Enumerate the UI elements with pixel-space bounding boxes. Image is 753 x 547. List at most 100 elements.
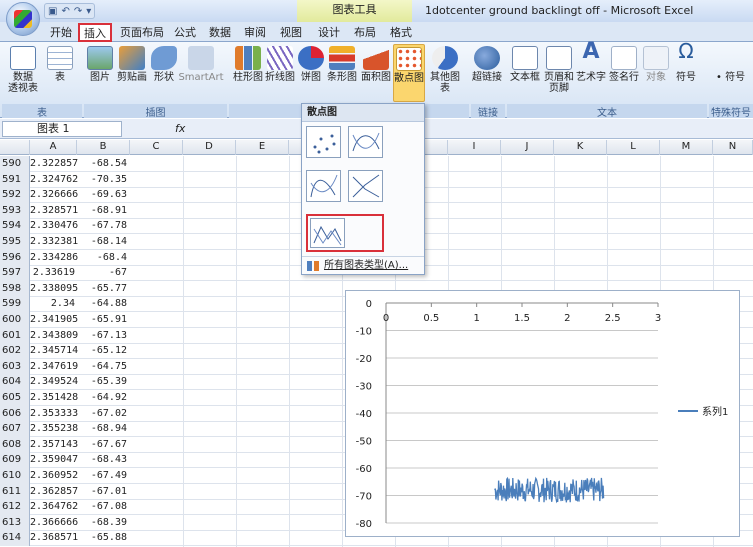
- cell-a[interactable]: 2.341905: [30, 312, 78, 328]
- scatter-smooth-lines-option[interactable]: [306, 170, 341, 202]
- hyperlink-button[interactable]: 超链接: [472, 46, 502, 83]
- row-header[interactable]: 598: [0, 280, 30, 297]
- row-header[interactable]: 609: [0, 452, 30, 469]
- row-header[interactable]: 591: [0, 171, 30, 188]
- row-header[interactable]: 606: [0, 405, 30, 422]
- textbox-button[interactable]: 文本框: [509, 46, 541, 83]
- bar-chart-button[interactable]: 条形图: [326, 46, 358, 83]
- cell-b[interactable]: -68.54: [77, 156, 130, 172]
- pie-chart-button[interactable]: 饼图: [298, 46, 324, 83]
- row-header[interactable]: 594: [0, 218, 30, 235]
- row-header[interactable]: 611: [0, 483, 30, 500]
- cell-b[interactable]: -65.91: [77, 312, 130, 328]
- tab-insert[interactable]: 插入: [78, 23, 112, 42]
- cell-a[interactable]: 2.324762: [30, 172, 78, 188]
- symbol-button[interactable]: Ω 符号: [672, 41, 700, 83]
- cell-a[interactable]: 2.355238: [30, 421, 78, 437]
- column-header-m[interactable]: M: [660, 140, 713, 155]
- cell-b[interactable]: -67.02: [77, 406, 130, 422]
- shapes-button[interactable]: 形状: [150, 46, 178, 83]
- column-header-i[interactable]: I: [448, 140, 501, 155]
- cell-b[interactable]: -67.67: [77, 437, 130, 453]
- cell-a[interactable]: 2.326666: [30, 187, 78, 203]
- select-all-corner[interactable]: [0, 140, 30, 155]
- row-header[interactable]: 592: [0, 187, 30, 204]
- row-header[interactable]: 603: [0, 358, 30, 375]
- cell-b[interactable]: -67: [77, 265, 130, 281]
- cell-b[interactable]: -65.88: [77, 530, 130, 546]
- cell-a[interactable]: 2.351428: [30, 390, 78, 406]
- scatter-chart-button[interactable]: 散点图: [393, 44, 425, 102]
- cell-b[interactable]: -64.75: [77, 359, 130, 375]
- scatter-smooth-markers-option[interactable]: [348, 126, 383, 158]
- cell-a[interactable]: 2.34: [30, 296, 77, 312]
- table-button[interactable]: 表: [45, 46, 75, 83]
- smartart-button[interactable]: SmartArt: [178, 46, 224, 83]
- column-header-n[interactable]: N: [713, 140, 753, 155]
- special-symbol-button[interactable]: • 符号: [716, 72, 752, 83]
- row-header[interactable]: 612: [0, 499, 30, 516]
- row-header[interactable]: 613: [0, 514, 30, 531]
- cell-b[interactable]: -64.88: [77, 296, 130, 312]
- wordart-button[interactable]: A 艺术字: [576, 41, 606, 84]
- tab-review[interactable]: 审阅: [240, 24, 270, 42]
- cell-b[interactable]: -64.92: [77, 390, 130, 406]
- column-header-j[interactable]: J: [501, 140, 554, 155]
- tab-layout[interactable]: 布局: [350, 24, 380, 42]
- tab-home[interactable]: 开始: [46, 24, 76, 42]
- tab-page-layout[interactable]: 页面布局: [116, 24, 168, 42]
- row-header[interactable]: 608: [0, 436, 30, 453]
- cell-b[interactable]: -67.78: [77, 218, 130, 234]
- tab-formulas[interactable]: 公式: [170, 24, 200, 42]
- cell-b[interactable]: -65.39: [77, 374, 130, 390]
- tab-view[interactable]: 视图: [276, 24, 306, 42]
- cell-a[interactable]: 2.362857: [30, 484, 78, 500]
- cell-b[interactable]: -67.01: [77, 484, 130, 500]
- cell-b[interactable]: -65.12: [77, 343, 130, 359]
- cell-a[interactable]: 2.343809: [30, 328, 78, 344]
- tab-data[interactable]: 数据: [205, 24, 235, 42]
- cell-a[interactable]: 2.366666: [30, 515, 78, 531]
- cell-a[interactable]: 2.368571: [30, 530, 78, 546]
- tab-format[interactable]: 格式: [386, 24, 416, 42]
- scatter-straight-lines-option[interactable]: [306, 214, 384, 252]
- cell-b[interactable]: -67.13: [77, 328, 130, 344]
- row-header[interactable]: 604: [0, 374, 30, 391]
- row-header[interactable]: 597: [0, 265, 30, 282]
- save-icon[interactable]: ▣: [48, 6, 57, 17]
- cell-b[interactable]: -67.08: [77, 499, 130, 515]
- row-header[interactable]: 595: [0, 234, 30, 250]
- cell-a[interactable]: 2.328571: [30, 203, 78, 219]
- column-chart-button[interactable]: 柱形图: [232, 46, 264, 83]
- chart-area[interactable]: 0 -10 -20 -30 -40 -50 -60 -70 -80 0 0.5 1 1.5 2 2.5 3 系列…: [345, 290, 740, 537]
- row-header[interactable]: 596: [0, 249, 30, 266]
- row-header[interactable]: 602: [0, 343, 30, 360]
- column-header-e[interactable]: E: [236, 140, 289, 155]
- header-footer-button[interactable]: 页眉和页脚: [543, 46, 575, 94]
- cell-a[interactable]: 2.334286: [30, 250, 78, 266]
- cell-a[interactable]: 2.322857: [30, 156, 78, 172]
- cell-b[interactable]: -68.4: [77, 250, 130, 266]
- row-header[interactable]: 600: [0, 312, 30, 328]
- picture-button[interactable]: 图片: [86, 46, 114, 83]
- clipart-button[interactable]: 剪贴画: [116, 46, 148, 83]
- fx-icon[interactable]: fx: [175, 122, 185, 135]
- cell-b[interactable]: -68.94: [77, 421, 130, 437]
- row-header[interactable]: 607: [0, 421, 30, 438]
- office-button[interactable]: [6, 2, 40, 36]
- cell-a[interactable]: 2.33619: [30, 265, 77, 281]
- column-header-b[interactable]: B: [77, 140, 130, 155]
- other-charts-button[interactable]: 其他图表: [426, 46, 464, 94]
- cell-b[interactable]: -70.35: [77, 172, 130, 188]
- cell-b[interactable]: -68.91: [77, 203, 130, 219]
- tab-design[interactable]: 设计: [314, 24, 344, 42]
- cell-b[interactable]: -68.14: [77, 234, 130, 250]
- cell-b[interactable]: -67.49: [77, 468, 130, 484]
- cell-b[interactable]: -68.43: [77, 452, 130, 468]
- object-button[interactable]: 对象: [642, 46, 670, 83]
- all-chart-types-link[interactable]: 所有图表类型(A)...: [302, 256, 424, 274]
- cell-a[interactable]: 2.357143: [30, 437, 78, 453]
- redo-icon[interactable]: ↷: [74, 6, 82, 17]
- cell-b[interactable]: -65.77: [77, 281, 130, 297]
- cell-a[interactable]: 2.353333: [30, 406, 78, 422]
